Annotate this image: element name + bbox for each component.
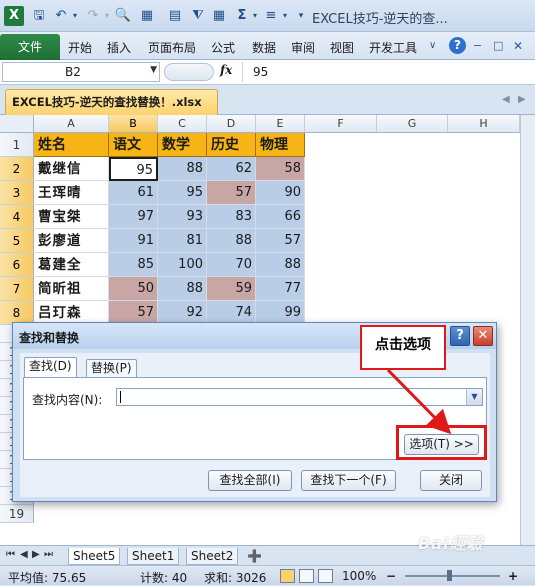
annotation-arrow bbox=[386, 368, 452, 435]
watermark: Bai經驗 bbox=[418, 534, 484, 553]
